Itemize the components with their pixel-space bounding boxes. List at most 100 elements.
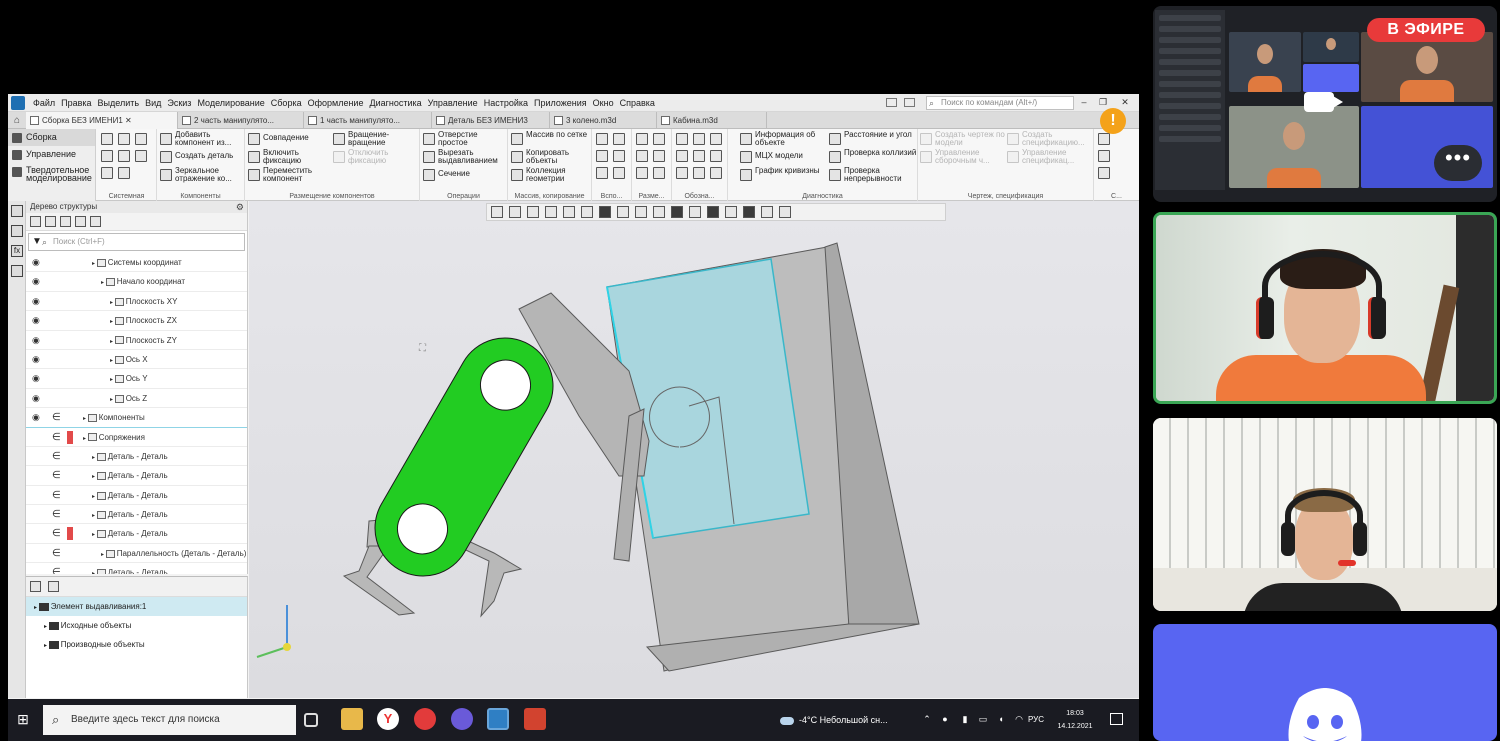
designation-icon[interactable] (710, 150, 722, 162)
perspective-icon[interactable] (671, 206, 683, 218)
section-button[interactable]: Сечение (423, 167, 507, 183)
move-component-button[interactable]: Переместить компонент (248, 167, 328, 183)
curvature-graph-button[interactable]: График кривизны (740, 167, 826, 183)
menu-assembly[interactable]: Сборка (268, 94, 305, 112)
continuity-check-button[interactable]: Проверка непрерывности (829, 167, 917, 183)
zoom-fit-icon[interactable] (491, 206, 503, 218)
section-view-icon[interactable] (635, 206, 647, 218)
designation-icon[interactable] (693, 133, 705, 145)
zoom-window-icon[interactable] (509, 206, 521, 218)
designation-icon[interactable] (676, 167, 688, 179)
menu-manage[interactable]: Управление (425, 94, 481, 112)
menu-window[interactable]: Окно (590, 94, 617, 112)
grid-array-button[interactable]: Массив по сетке (511, 131, 591, 147)
aux-icon[interactable] (596, 167, 608, 179)
more-button[interactable]: ••• (1434, 145, 1482, 181)
manage-spec-button[interactable]: Управление спецификац... (1007, 149, 1093, 165)
include-icon[interactable]: ∈ (52, 428, 61, 447)
dimension-icon[interactable] (636, 150, 648, 162)
chevron-up-icon[interactable]: ⌃ (921, 713, 933, 725)
menu-help[interactable]: Справка (617, 94, 658, 112)
alert-badge-icon[interactable]: ! (1100, 108, 1126, 134)
add-component-button[interactable]: Добавить компонент из... (160, 131, 244, 147)
screenshot-icon[interactable] (904, 98, 915, 107)
wifi-icon[interactable]: ◠ (1013, 713, 1025, 725)
layers-icon[interactable] (11, 265, 23, 277)
shading-icon[interactable] (599, 206, 611, 218)
cut-extrude-button[interactable]: Вырезать выдавливанием (423, 149, 507, 165)
include-icon[interactable]: ∈ (52, 505, 61, 524)
collision-check-button[interactable]: Проверка коллизий (829, 149, 917, 165)
menu-format[interactable]: Оформление (305, 94, 367, 112)
undo-icon[interactable] (101, 167, 113, 179)
assembly-model[interactable]: ⛶ (249, 201, 1139, 698)
preview-icon[interactable] (118, 150, 130, 162)
menu-modeling[interactable]: Моделирование (194, 94, 267, 112)
eye-icon[interactable]: ◉ (32, 292, 40, 311)
eye-icon[interactable]: ◉ (32, 331, 40, 350)
misc-icon[interactable] (1098, 133, 1110, 145)
3d-viewport[interactable]: ⛶ (249, 201, 1139, 698)
object-info-button[interactable]: Информация об объекте (740, 131, 826, 147)
tree-filter-icon[interactable] (45, 216, 56, 227)
weather-widget[interactable]: -4°C Небольшой сн... (780, 699, 888, 741)
taskbar-clock[interactable]: 18:03 14.12.2021 (1053, 707, 1097, 733)
include-icon[interactable]: ∈ (52, 466, 61, 485)
video-tile-speaking[interactable] (1153, 212, 1497, 404)
yandex-browser-icon[interactable]: Y (377, 708, 399, 730)
language-indicator[interactable]: РУС (1028, 699, 1044, 741)
mirror-component-button[interactable]: Зеркальное отражение ко... (160, 167, 244, 183)
designation-icon[interactable] (693, 150, 705, 162)
render-icon[interactable] (707, 206, 719, 218)
misc-icon[interactable] (1098, 167, 1110, 179)
include-icon[interactable]: ∈ (52, 524, 61, 543)
mode-manage[interactable]: Управление (8, 146, 95, 163)
green-link-body[interactable] (357, 320, 570, 593)
discord-taskbar-icon[interactable] (451, 708, 473, 730)
designation-icon[interactable] (710, 167, 722, 179)
layers-view-icon[interactable] (725, 206, 737, 218)
hide-icon[interactable] (653, 206, 665, 218)
mic-tray-icon[interactable]: ▮ (959, 713, 971, 725)
measure-icon[interactable] (761, 206, 773, 218)
designation-icon[interactable] (710, 133, 722, 145)
menu-edit[interactable]: Правка (58, 94, 94, 112)
variables-icon[interactable]: fx (11, 245, 23, 257)
tree-view-icon[interactable] (75, 216, 86, 227)
tree-search-input[interactable]: ▼ ⌕ Поиск (Ctrl+F) (28, 233, 245, 251)
tree-row[interactable]: ◉ ▸ Плоскость ZY (26, 331, 247, 350)
misc-icon[interactable] (1098, 150, 1110, 162)
include-icon[interactable]: ∈ (52, 486, 61, 505)
tab-part2[interactable]: 2 часть манипулято... (178, 112, 304, 129)
include-icon[interactable]: ∈ (52, 544, 61, 563)
create-part-button[interactable]: Создать деталь (160, 149, 244, 165)
microphone-icon[interactable]: ● (939, 713, 951, 725)
eye-icon[interactable]: ◉ (32, 253, 40, 272)
manage-assembly-drawing-button[interactable]: Управление сборочным ч... (920, 149, 1006, 165)
command-search-input[interactable]: ⌕ Поиск по командам (Alt+/) (926, 96, 1074, 110)
object-row[interactable]: ▸ Производные объекты (26, 635, 247, 654)
video-tile-participant[interactable] (1153, 418, 1497, 611)
tree-list-icon[interactable] (90, 216, 101, 227)
designation-icon[interactable] (676, 150, 688, 162)
coincidence-button[interactable]: Совпадение (248, 131, 328, 147)
tree-row[interactable]: ◉ ∈ ▸ Компоненты (26, 408, 247, 428)
orientation-icon[interactable] (581, 206, 593, 218)
notifications-icon[interactable] (1110, 713, 1123, 725)
clear-icon[interactable] (779, 206, 791, 218)
object-list-icon[interactable] (48, 581, 59, 592)
tree-row[interactable]: ∈ ▸ Деталь - Деталь (26, 524, 247, 544)
yandex-icon[interactable] (414, 708, 436, 730)
home-icon[interactable]: ⌂ (8, 112, 26, 129)
eye-icon[interactable]: ◉ (32, 369, 40, 388)
menu-select[interactable]: Выделить (95, 94, 143, 112)
file-explorer-icon[interactable] (341, 708, 363, 730)
menu-view[interactable]: Вид (142, 94, 164, 112)
network-icon[interactable]: ▭ (977, 713, 989, 725)
tree-row[interactable]: ∈ ▸ Деталь - Деталь (26, 486, 247, 506)
aux-icon[interactable] (613, 150, 625, 162)
tree-row[interactable]: ∈ ▸ Сопряжения (26, 428, 247, 447)
tree-row[interactable]: ◉ ▸ Системы координат (26, 253, 247, 273)
menu-diagnostics[interactable]: Диагностика (366, 94, 424, 112)
tree-row[interactable]: ◉ ▸ Начало координат (26, 272, 247, 292)
